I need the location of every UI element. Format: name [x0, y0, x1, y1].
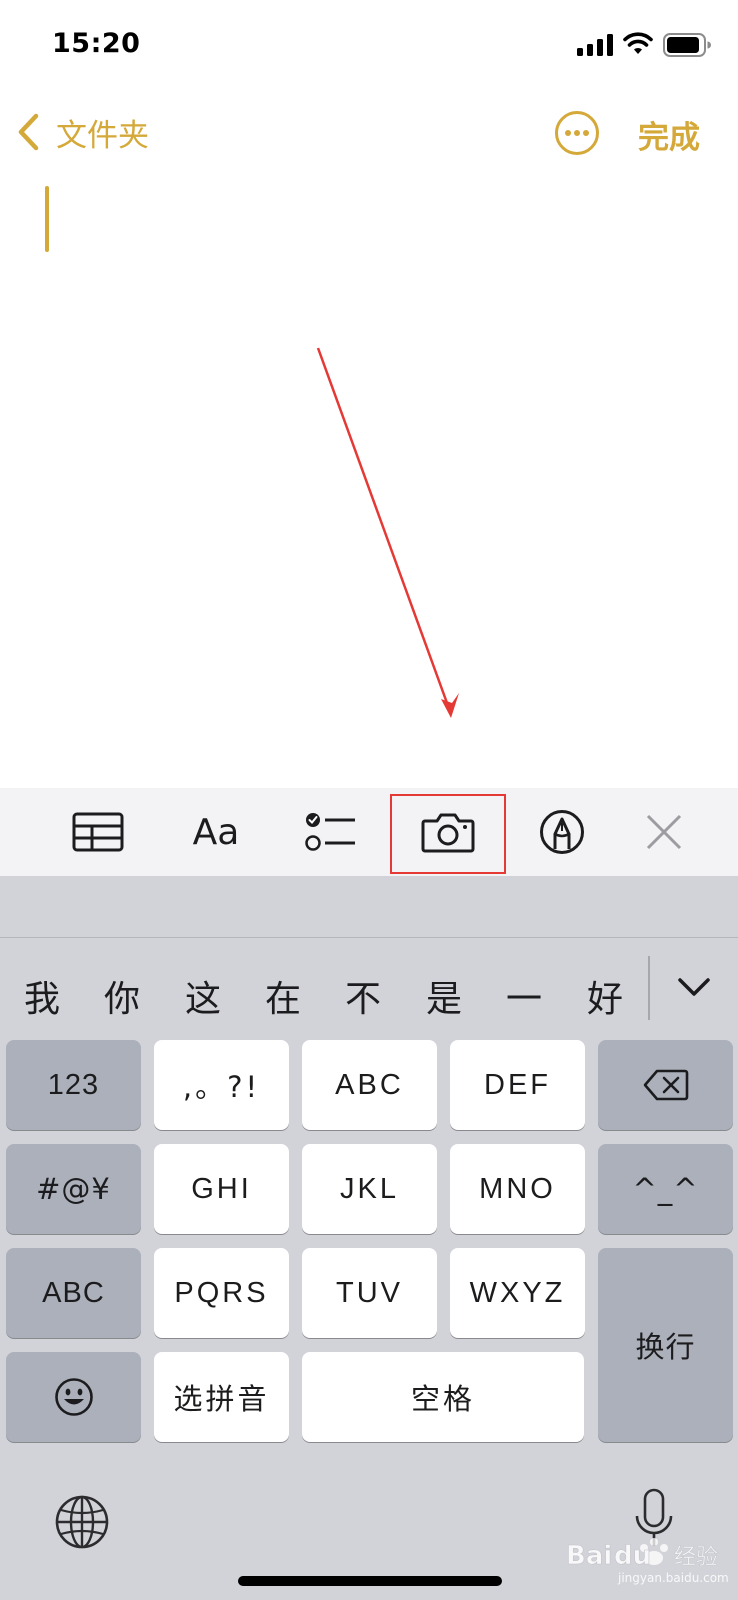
key-ghi[interactable]: GHI	[154, 1144, 289, 1234]
space-key[interactable]: 空格	[302, 1352, 584, 1442]
battery-icon	[663, 33, 711, 57]
back-label: 文件夹	[56, 117, 149, 154]
candidate-bar: 我 你 这 在 不 是 一 好	[0, 938, 650, 1048]
candidate-word[interactable]: 这	[175, 970, 231, 1022]
formatting-toolbar: Aa	[0, 788, 738, 876]
text-format-icon: Aa	[192, 811, 240, 853]
key-jkl[interactable]: JKL	[302, 1144, 437, 1234]
annotation-highlight-box	[390, 794, 506, 874]
symbols-key[interactable]: #@¥	[6, 1144, 141, 1234]
svg-text:du: du	[614, 1541, 651, 1571]
table-button[interactable]	[60, 802, 136, 862]
candidate-word[interactable]: 我	[14, 970, 70, 1022]
key-tuv[interactable]: TUV	[302, 1248, 437, 1338]
text-format-button[interactable]: Aa	[178, 802, 254, 862]
emoji-key[interactable]	[6, 1352, 141, 1442]
close-toolbar-button[interactable]	[626, 802, 702, 862]
return-key[interactable]: 换行	[598, 1248, 733, 1442]
delete-key[interactable]	[598, 1040, 733, 1130]
select-pinyin-key[interactable]: 选拼音	[154, 1352, 289, 1442]
candidate-word[interactable]: 一	[496, 970, 552, 1022]
chevron-down-icon[interactable]	[672, 968, 716, 1008]
abc-switch-key[interactable]: ABC	[6, 1248, 141, 1338]
candidate-separator	[648, 956, 650, 1020]
status-bar: 15:20	[0, 0, 738, 90]
globe-icon[interactable]	[54, 1494, 110, 1550]
candidate-word[interactable]: 好	[577, 970, 633, 1022]
chinese-keyboard: 我 你 这 在 不 是 一 好 123 ,。?! ABC DEF #@¥ GHI…	[0, 876, 738, 1600]
candidate-word[interactable]: 不	[335, 970, 391, 1022]
checklist-icon	[305, 813, 355, 851]
cellular-signal-icon	[577, 34, 613, 56]
navigation-bar: 文件夹 完成	[0, 100, 738, 164]
numbers-key[interactable]: 123	[6, 1040, 141, 1130]
key-abc[interactable]: ABC	[302, 1040, 437, 1130]
markup-button[interactable]	[524, 802, 600, 862]
more-options-icon[interactable]	[554, 110, 600, 156]
candidate-word[interactable]: 在	[255, 970, 311, 1022]
svg-text:jingyan.baidu.com: jingyan.baidu.com	[617, 1571, 728, 1585]
baidu-watermark-logo: Bai du 经验 jingyan.baidu.com	[566, 1538, 728, 1585]
status-time: 15:20	[52, 28, 141, 59]
key-def[interactable]: DEF	[450, 1040, 585, 1130]
home-indicator[interactable]	[238, 1576, 502, 1586]
close-icon	[646, 814, 682, 850]
emoticon-key[interactable]: ^_^	[598, 1144, 733, 1234]
emoji-icon	[54, 1378, 93, 1416]
chevron-left-icon	[18, 113, 39, 151]
key-pqrs[interactable]: PQRS	[154, 1248, 289, 1338]
delete-icon	[643, 1069, 688, 1101]
key-mno[interactable]: MNO	[450, 1144, 585, 1234]
candidate-word[interactable]: 你	[94, 970, 150, 1022]
back-button[interactable]: 文件夹	[16, 108, 149, 156]
checklist-button[interactable]	[293, 802, 369, 862]
candidate-word[interactable]: 是	[416, 970, 472, 1022]
keyboard-top-strip	[0, 876, 738, 938]
text-cursor	[45, 186, 49, 252]
done-button[interactable]: 完成	[638, 112, 700, 157]
table-icon	[72, 812, 124, 852]
wifi-icon	[623, 32, 653, 54]
svg-text:Bai: Bai	[566, 1541, 612, 1571]
punctuation-key[interactable]: ,。?!	[154, 1040, 289, 1130]
svg-text:经验: 经验	[674, 1545, 718, 1570]
pen-marker-icon	[540, 810, 584, 854]
key-wxyz[interactable]: WXYZ	[450, 1248, 585, 1338]
